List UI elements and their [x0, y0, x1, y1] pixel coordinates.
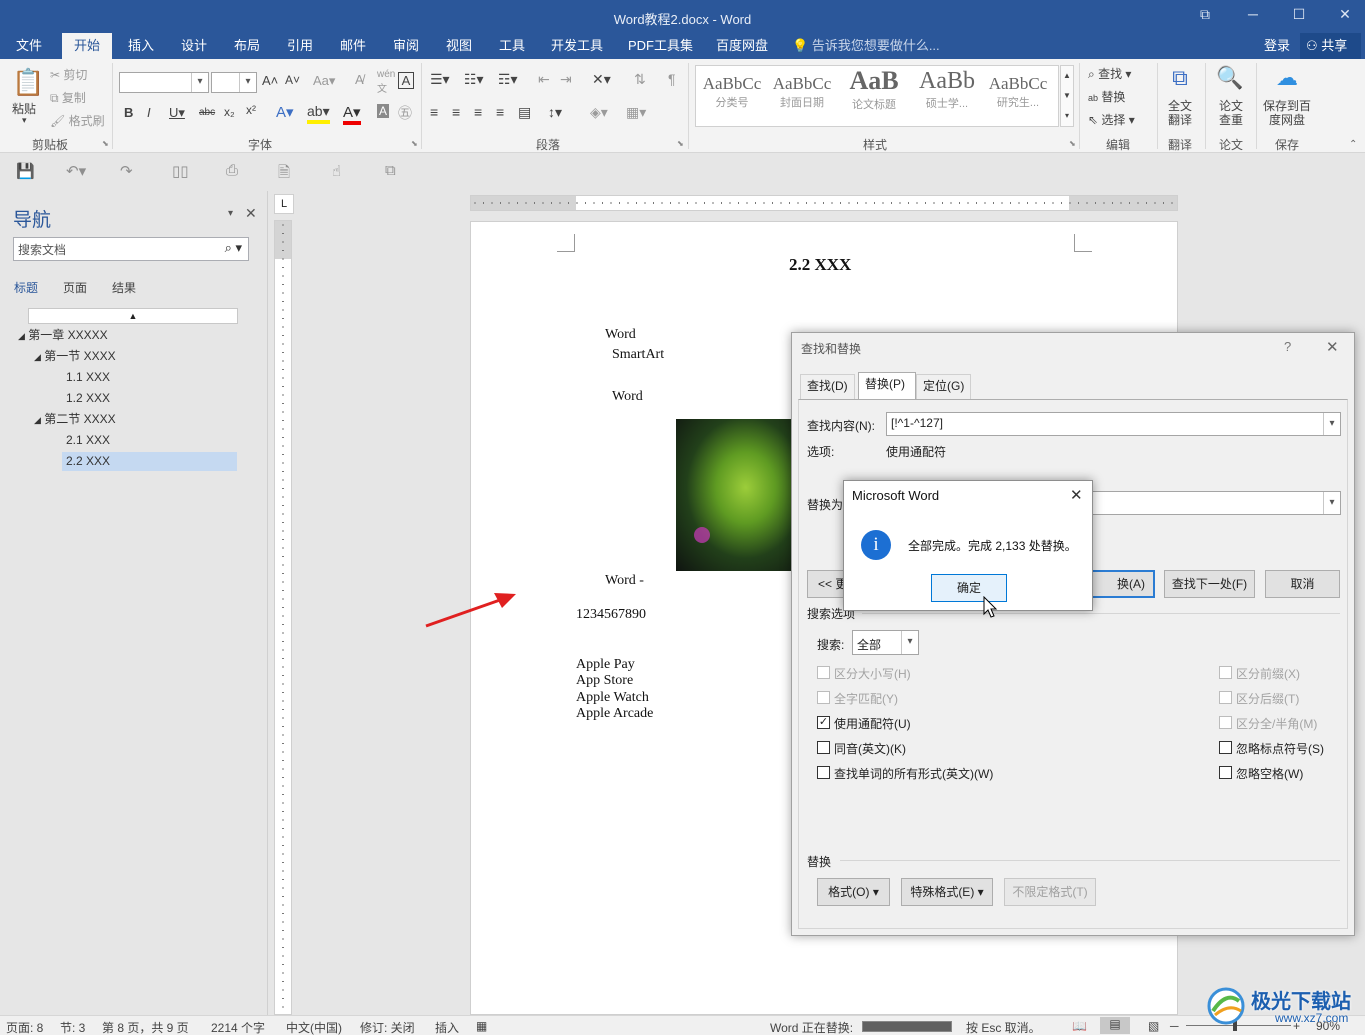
match-case-checkbox[interactable]	[817, 666, 830, 679]
match-suffix-label: 区分后缀(T)	[1236, 692, 1300, 706]
use-wildcards-checkbox[interactable]: ✓	[817, 716, 830, 729]
tab-find[interactable]: 查找(D)	[800, 374, 855, 399]
sounds-like-checkbox[interactable]	[817, 741, 830, 754]
mouse-cursor-icon	[983, 596, 998, 618]
message-text: 全部完成。完成 2,133 处替换。	[908, 539, 1077, 553]
options-label: 选项:	[807, 445, 835, 459]
match-prefix-checkbox[interactable]	[1219, 666, 1232, 679]
watermark-brand: 极光下载站	[1251, 991, 1351, 1013]
arrow-line	[425, 598, 501, 628]
status-language[interactable]: 中文(中国)	[286, 1019, 342, 1035]
status-progress-text: Word 正在替换:	[770, 1021, 854, 1035]
status-insert-mode[interactable]: 插入	[435, 1019, 459, 1035]
replace-with-label: 替换为	[807, 498, 844, 512]
find-what-label: 查找内容(N):	[807, 419, 875, 433]
close-icon[interactable]: ✕	[1326, 338, 1339, 356]
search-direction-label: 搜索:	[817, 638, 845, 652]
tab-goto[interactable]: 定位(G)	[916, 374, 972, 399]
find-what-input[interactable]: [!^1-^127] ▾	[886, 412, 1341, 436]
no-formatting-button[interactable]: 不限定格式(T)	[1004, 878, 1096, 906]
format-button[interactable]: 格式(O) ▾	[817, 878, 890, 906]
status-esc-hint: 按 Esc 取消。	[966, 1021, 1041, 1035]
whole-word-label: 全字匹配(Y)	[834, 692, 898, 706]
status-track-changes[interactable]: 修订: 关闭	[360, 1019, 415, 1035]
chevron-down-icon[interactable]: ▾	[1323, 492, 1340, 514]
macro-icon[interactable]: ▦	[476, 1019, 487, 1033]
chevron-down-icon: ▾	[901, 631, 918, 654]
match-width-checkbox[interactable]	[1219, 716, 1232, 729]
read-mode-icon[interactable]: 📖	[1072, 1019, 1087, 1033]
zoom-out-icon[interactable]: ─	[1170, 1019, 1179, 1033]
ignore-punctuation-checkbox[interactable]	[1219, 741, 1232, 754]
sounds-like-label: 同音(英文)(K)	[834, 742, 906, 756]
ignore-punctuation-label: 忽略标点符号(S)	[1236, 742, 1324, 756]
find-replace-dialog: 查找和替换 ? ✕ 查找(D) 替换(P) 定位(G) 查找内容(N): [!^…	[791, 332, 1355, 936]
use-wildcards-label: 使用通配符(U)	[834, 717, 911, 731]
watermark-url: www.xz7.com	[1275, 1011, 1349, 1025]
section-divider	[840, 860, 1340, 861]
progress-fill	[863, 1022, 951, 1031]
match-suffix-checkbox[interactable]	[1219, 691, 1232, 704]
replace-section-label: 替换	[807, 855, 832, 869]
tab-panel	[798, 399, 1348, 929]
status-section[interactable]: 节: 3	[60, 1019, 85, 1035]
all-word-forms-label: 查找单词的所有形式(英文)(W)	[834, 767, 994, 781]
match-width-label: 区分全/半角(M)	[1236, 717, 1318, 731]
chevron-down-icon[interactable]: ▾	[1323, 413, 1340, 435]
status-page-count[interactable]: 第 8 页，共 9 页	[102, 1019, 189, 1035]
search-direction-select[interactable]: 全部 ▾	[852, 630, 919, 655]
status-page[interactable]: 页面: 8	[6, 1019, 43, 1035]
section-divider	[862, 613, 1340, 614]
help-button[interactable]: ?	[1284, 339, 1291, 354]
info-icon: i	[861, 530, 891, 560]
match-prefix-label: 区分前缀(X)	[1236, 667, 1300, 681]
site-watermark: 极光下载站 www.xz7.com	[1205, 983, 1365, 1031]
all-word-forms-checkbox[interactable]	[817, 766, 830, 779]
print-layout-icon[interactable]: ▤	[1100, 1017, 1130, 1034]
progress-bar	[862, 1021, 952, 1032]
whole-word-checkbox[interactable]	[817, 691, 830, 704]
ignore-space-checkbox[interactable]	[1219, 766, 1232, 779]
message-box: Microsoft Word ✕ i 全部完成。完成 2,133 处替换。 确定	[843, 480, 1093, 611]
dialog-title: 查找和替换	[801, 342, 862, 356]
message-box-title: Microsoft Word	[852, 488, 940, 503]
options-value: 使用通配符	[886, 445, 947, 459]
status-bar: 页面: 8 节: 3 第 8 页，共 9 页 2214 个字 中文(中国) 修订…	[0, 1015, 1365, 1035]
watermark-logo	[1207, 987, 1245, 1025]
tab-replace[interactable]: 替换(P)	[858, 372, 916, 400]
match-case-label: 区分大小写(H)	[834, 667, 911, 681]
ignore-space-label: 忽略空格(W)	[1236, 767, 1304, 781]
web-layout-icon[interactable]: ▧	[1148, 1019, 1159, 1033]
cancel-button[interactable]: 取消	[1265, 570, 1340, 598]
status-word-count[interactable]: 2214 个字	[211, 1019, 265, 1035]
close-icon[interactable]: ✕	[1070, 486, 1083, 504]
special-button[interactable]: 特殊格式(E) ▾	[901, 878, 993, 906]
find-next-button[interactable]: 查找下一处(F)	[1164, 570, 1255, 598]
